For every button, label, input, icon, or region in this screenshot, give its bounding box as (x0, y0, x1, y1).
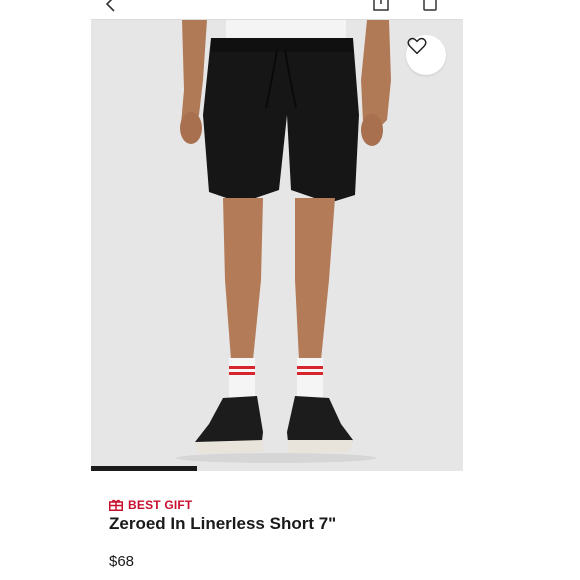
best-gift-badge: BEST GIFT (109, 497, 192, 513)
product-title: Zeroed In Linerless Short 7" (109, 514, 337, 533)
gift-icon (109, 499, 123, 511)
heart-outline-icon (407, 37, 427, 55)
carousel-progress-track (91, 466, 463, 471)
product-detail-screen: BEST GIFT Zeroed In Linerless Short 7" $… (91, 0, 463, 580)
share-button[interactable] (371, 0, 391, 12)
chevron-left-icon (105, 0, 115, 12)
badge-label: BEST GIFT (128, 498, 193, 512)
product-image (176, 20, 391, 463)
shopping-bag-button[interactable] (421, 0, 439, 12)
shopping-bag-icon (423, 0, 437, 11)
product-price: $68 (109, 553, 135, 570)
wishlist-button[interactable] (406, 35, 446, 75)
top-bar (91, 0, 463, 20)
carousel-progress-indicator (91, 466, 198, 471)
product-image-gallery[interactable] (91, 20, 463, 471)
share-icon (373, 0, 389, 11)
back-button[interactable] (101, 0, 121, 14)
